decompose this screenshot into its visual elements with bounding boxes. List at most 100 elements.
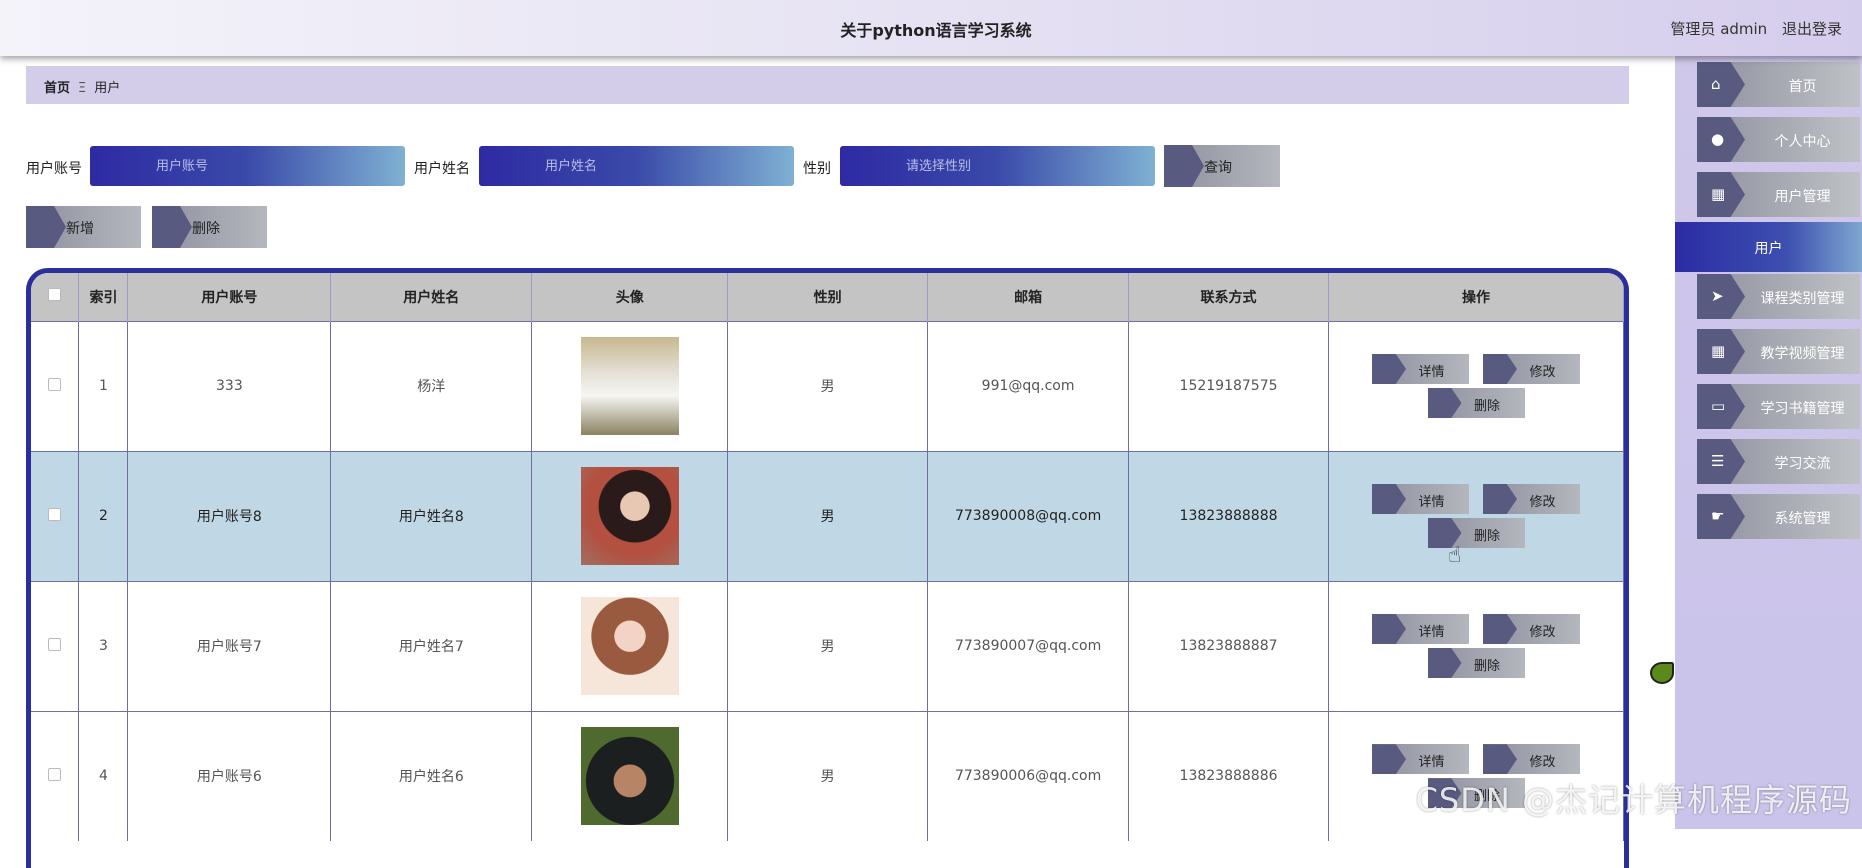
row-index: 1: [79, 321, 128, 451]
row-account: 333: [128, 321, 331, 451]
header-gender: 性别: [728, 273, 928, 321]
detail-button[interactable]: 详情: [1372, 614, 1469, 644]
delete-label: 删除: [1474, 659, 1500, 674]
flag-shape: [1372, 744, 1406, 774]
detail-label: 详情: [1418, 755, 1444, 770]
row-delete-button[interactable]: 删除: [1428, 518, 1525, 548]
delete-button-label: 删除: [192, 221, 220, 237]
header-select-all[interactable]: [31, 273, 79, 321]
breadcrumb: 首页 Ξ 用户: [26, 66, 1629, 104]
edit-button[interactable]: 修改: [1483, 484, 1580, 514]
sidebar-item-label: 学习书籍管理: [1745, 398, 1860, 418]
sidebar-item-label: 课程类别管理: [1745, 288, 1860, 308]
watermark: CSDN @杰记计算机程序源码: [1416, 775, 1852, 821]
row-avatar-cell: [532, 711, 728, 841]
person-icon: ●: [1711, 130, 1724, 148]
row-checkbox[interactable]: [48, 638, 61, 651]
sidebar-item-user-active[interactable]: 用户: [1675, 222, 1862, 272]
row-phone: 13823888887: [1129, 581, 1329, 711]
hand-icon: ☛: [1711, 507, 1724, 525]
edit-button[interactable]: 修改: [1483, 354, 1580, 384]
edit-label: 修改: [1529, 365, 1555, 380]
avatar: [581, 337, 679, 435]
header-index: 索引: [79, 273, 128, 321]
row-gender: 男: [728, 451, 928, 581]
row-delete-button[interactable]: 删除: [1428, 648, 1525, 678]
sidebar-item-system-management[interactable]: ☛ 系统管理: [1697, 494, 1860, 539]
sidebar-item-label: 用户管理: [1745, 186, 1860, 206]
sidebar-item-study-exchange[interactable]: ☰ 学习交流: [1697, 439, 1860, 484]
row-index: 3: [79, 581, 128, 711]
row-avatar-cell: [532, 451, 728, 581]
floating-widget-icon[interactable]: [1650, 662, 1674, 684]
pointer-cursor-icon: ☝: [1448, 543, 1461, 568]
list-icon: ☰: [1711, 452, 1724, 470]
detail-button[interactable]: 详情: [1372, 484, 1469, 514]
row-index: 2: [79, 451, 128, 581]
send-icon: ➤: [1711, 287, 1724, 305]
select-all-checkbox[interactable]: [48, 288, 61, 301]
row-delete-button[interactable]: 删除: [1428, 388, 1525, 418]
edit-label: 修改: [1529, 755, 1555, 770]
table-header-row: 索引 用户账号 用户姓名 头像 性别 邮箱 联系方式 操作: [31, 273, 1624, 321]
header-phone: 联系方式: [1129, 273, 1329, 321]
edit-button[interactable]: 修改: [1483, 744, 1580, 774]
table-row[interactable]: 1 333 杨洋 男 991@qq.com 15219187575 详情修改 删…: [31, 321, 1624, 451]
table-row[interactable]: 2 用户账号8 用户姓名8 男 773890008@qq.com 1382388…: [31, 451, 1624, 581]
sidebar-item-user-management[interactable]: ▦用户管理: [1697, 172, 1860, 217]
detail-label: 详情: [1418, 495, 1444, 510]
delete-button[interactable]: 删除: [152, 206, 267, 248]
sidebar-item-study-books[interactable]: ▭学习书籍管理: [1697, 384, 1860, 429]
row-phone: 13823888888: [1129, 451, 1329, 581]
flag-shape: [1483, 744, 1517, 774]
gender-select[interactable]: [840, 146, 1155, 186]
user-table: 索引 用户账号 用户姓名 头像 性别 邮箱 联系方式 操作 1 333 杨洋 男…: [31, 273, 1624, 841]
row-checkbox[interactable]: [48, 378, 61, 391]
edit-button[interactable]: 修改: [1483, 614, 1580, 644]
breadcrumb-home[interactable]: 首页: [44, 81, 70, 96]
row-checkbox[interactable]: [48, 508, 61, 521]
sidebar-item-home[interactable]: ⌂首页: [1697, 62, 1860, 107]
delete-label: 删除: [1474, 399, 1500, 414]
breadcrumb-current: 用户: [94, 81, 120, 96]
flag-shape: [1164, 145, 1204, 187]
table-row[interactable]: 3 用户账号7 用户姓名7 男 773890007@qq.com 1382388…: [31, 581, 1624, 711]
sidebar-item-label: 系统管理: [1745, 508, 1860, 528]
header-account: 用户账号: [128, 273, 331, 321]
sidebar-item-label: 学习交流: [1745, 453, 1860, 473]
row-email: 991@qq.com: [928, 321, 1129, 451]
detail-button[interactable]: 详情: [1372, 354, 1469, 384]
breadcrumb-separator: Ξ: [78, 81, 86, 96]
row-email: 773890006@qq.com: [928, 711, 1129, 841]
user-area: 管理员 admin 退出登录: [1660, 18, 1842, 39]
edit-label: 修改: [1529, 495, 1555, 510]
edit-label: 修改: [1529, 625, 1555, 640]
detail-button[interactable]: 详情: [1372, 744, 1469, 774]
flag-shape: [1483, 614, 1517, 644]
sidebar-item-course-category[interactable]: ➤ 课程类别管理: [1697, 274, 1860, 319]
query-button[interactable]: 查询: [1164, 145, 1280, 187]
home-icon: ⌂: [1711, 75, 1721, 93]
row-checkbox[interactable]: [48, 768, 61, 781]
row-account: 用户账号7: [128, 581, 331, 711]
name-label: 用户姓名: [414, 158, 470, 178]
account-input[interactable]: [90, 146, 405, 186]
table-row[interactable]: 4 用户账号6 用户姓名6 男 773890006@qq.com 1382388…: [31, 711, 1624, 841]
header-email: 邮箱: [928, 273, 1129, 321]
flag-shape: [1372, 354, 1406, 384]
add-button[interactable]: 新增: [26, 206, 141, 248]
user-table-container: 索引 用户账号 用户姓名 头像 性别 邮箱 联系方式 操作 1 333 杨洋 男…: [26, 268, 1629, 868]
logout-link[interactable]: 退出登录: [1782, 20, 1842, 38]
name-input[interactable]: [479, 146, 794, 186]
row-avatar-cell: [532, 581, 728, 711]
row-actions: 详情 修改 删除: [1329, 321, 1624, 451]
row-account: 用户账号6: [128, 711, 331, 841]
sidebar-item-teaching-video[interactable]: ▦教学视频管理: [1697, 329, 1860, 374]
detail-label: 详情: [1418, 625, 1444, 640]
avatar: [581, 597, 679, 695]
flag-shape: [26, 206, 66, 248]
admin-label: 管理员 admin: [1670, 20, 1767, 38]
row-email: 773890008@qq.com: [928, 451, 1129, 581]
sidebar-item-personal-center[interactable]: ●个人中心: [1697, 117, 1860, 162]
row-name: 杨洋: [331, 321, 532, 451]
